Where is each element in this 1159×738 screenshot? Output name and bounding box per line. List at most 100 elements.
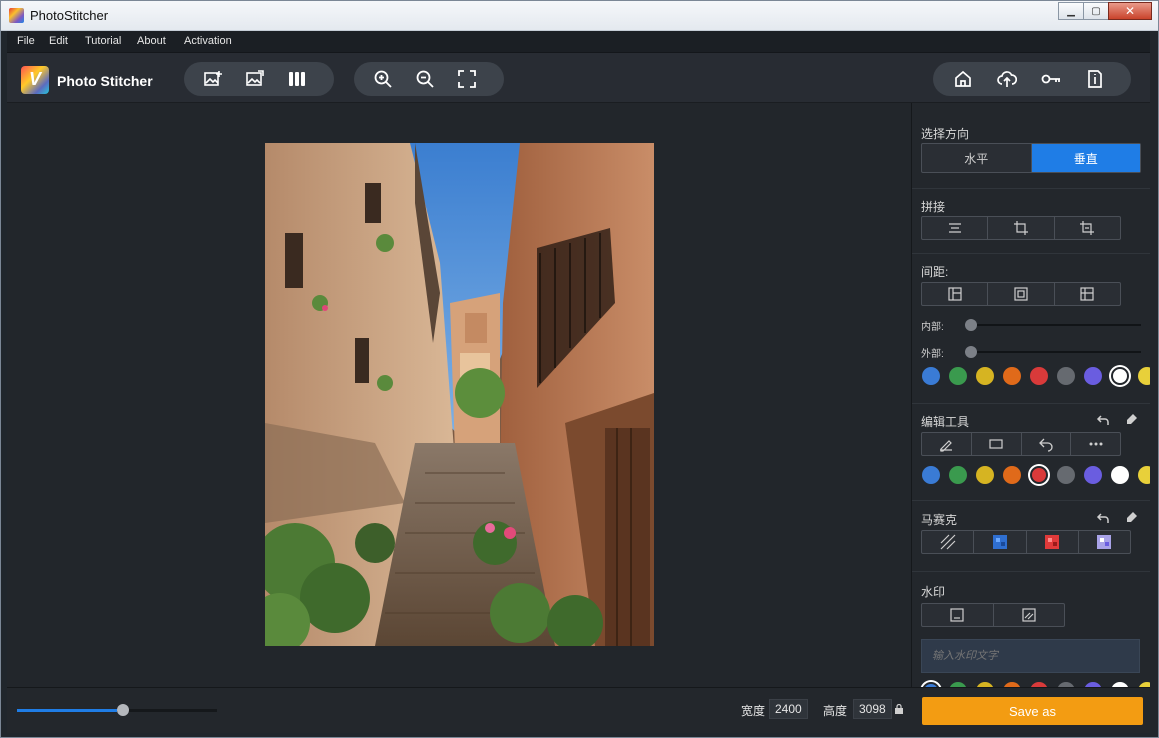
replace-image-icon[interactable] — [238, 62, 272, 96]
color-swatch[interactable] — [1030, 466, 1048, 484]
color-swatch[interactable] — [949, 466, 967, 484]
color-swatch[interactable] — [976, 466, 994, 484]
bottom-bar: 宽度 2400 高度 3098 Save as — [7, 687, 1150, 733]
spacing-layout-left-icon[interactable] — [922, 283, 989, 305]
eraser-icon[interactable] — [1124, 413, 1138, 427]
close-button[interactable]: ✕ — [1108, 2, 1152, 20]
direction-label: 选择方向 — [921, 127, 970, 141]
edit-color-swatches — [922, 466, 1150, 484]
inner-spacing-slider[interactable]: 内部: — [921, 318, 1141, 333]
zoom-tools-group — [354, 62, 504, 96]
inner-spacing-knob[interactable] — [965, 319, 977, 331]
more-icon[interactable] — [1071, 433, 1120, 455]
watermark-single-icon[interactable] — [922, 604, 994, 626]
outer-spacing-slider[interactable]: 外部: — [921, 345, 1141, 360]
direction-toggle: 水平 垂直 — [921, 143, 1141, 173]
color-swatch[interactable] — [1138, 367, 1150, 385]
stitch-label: 拼接 — [921, 200, 946, 214]
edit-tools-label: 编辑工具 — [921, 415, 970, 429]
color-swatch[interactable] — [949, 367, 967, 385]
menu-activation[interactable]: Activation — [184, 35, 232, 47]
color-swatch[interactable] — [1003, 367, 1021, 385]
color-swatch[interactable] — [1057, 367, 1075, 385]
title-bar: PhotoStitcher ▁ ▢ ✕ — [1, 1, 1158, 31]
color-swatch[interactable] — [922, 466, 940, 484]
spacing-label: 间距: — [921, 265, 949, 279]
menu-file[interactable]: File — [17, 35, 35, 47]
stitch-align-icon[interactable] — [922, 217, 989, 239]
stitched-photo[interactable] — [265, 143, 654, 646]
spacing-color-swatches — [922, 367, 1150, 385]
rectangle-icon[interactable] — [972, 433, 1022, 455]
minimize-button[interactable]: ▁ — [1058, 2, 1084, 20]
height-label: 高度 — [823, 704, 848, 718]
spacing-layout-center-icon[interactable] — [988, 283, 1055, 305]
eraser-icon[interactable] — [1124, 511, 1138, 525]
height-input[interactable]: 3098 — [853, 699, 892, 719]
inner-spacing-track[interactable] — [971, 324, 1141, 326]
mosaic-options — [921, 530, 1131, 554]
color-swatch[interactable] — [1111, 367, 1129, 385]
mosaic-actions — [1082, 511, 1138, 525]
image-tools-group — [184, 62, 334, 96]
zoom-slider[interactable] — [17, 704, 217, 716]
window-title: PhotoStitcher — [30, 8, 109, 23]
toolbar: Photo Stitcher — [7, 53, 1150, 103]
zoom-in-icon[interactable] — [366, 62, 400, 96]
save-as-button[interactable]: Save as — [922, 697, 1143, 725]
width-label: 宽度 — [741, 704, 766, 718]
direction-horizontal-option[interactable]: 水平 — [922, 144, 1032, 172]
layout-columns-icon[interactable] — [280, 62, 314, 96]
add-image-icon[interactable] — [196, 62, 230, 96]
divider — [912, 188, 1150, 189]
color-swatch[interactable] — [1057, 466, 1075, 484]
stitch-crop-alt-icon[interactable] — [1055, 217, 1120, 239]
info-icon[interactable] — [1078, 62, 1112, 96]
mosaic-blue-icon[interactable] — [974, 531, 1027, 553]
key-icon[interactable] — [1034, 62, 1068, 96]
home-icon[interactable] — [946, 62, 980, 96]
stitch-options — [921, 216, 1121, 240]
outer-spacing-track[interactable] — [971, 351, 1141, 353]
divider — [912, 253, 1150, 254]
color-swatch[interactable] — [1030, 367, 1048, 385]
color-swatch[interactable] — [1084, 367, 1102, 385]
color-swatch[interactable] — [1111, 466, 1129, 484]
outer-spacing-label: 外部: — [921, 349, 944, 360]
pen-icon[interactable] — [922, 433, 972, 455]
color-swatch[interactable] — [1084, 466, 1102, 484]
mosaic-label: 马赛克 — [921, 513, 958, 527]
mosaic-purple-icon[interactable] — [1079, 531, 1130, 553]
zoom-slider-knob[interactable] — [117, 704, 129, 716]
spacing-layout-options — [921, 282, 1121, 306]
maximize-button[interactable]: ▢ — [1083, 2, 1109, 20]
direction-vertical-option[interactable]: 垂直 — [1031, 144, 1140, 172]
color-swatch[interactable] — [976, 367, 994, 385]
undo-icon[interactable] — [1096, 413, 1110, 427]
menu-tutorial[interactable]: Tutorial — [85, 35, 121, 47]
color-swatch[interactable] — [1138, 466, 1150, 484]
mosaic-red-icon[interactable] — [1027, 531, 1079, 553]
undo-icon[interactable] — [1096, 511, 1110, 525]
watermark-tile-icon[interactable] — [994, 604, 1065, 626]
upload-cloud-icon[interactable] — [990, 62, 1024, 96]
arrow-back-icon[interactable] — [1022, 433, 1072, 455]
outer-spacing-knob[interactable] — [965, 346, 977, 358]
width-input[interactable]: 2400 — [769, 699, 808, 719]
mosaic-hatch-icon[interactable] — [922, 531, 975, 553]
edit-tools-options — [921, 432, 1121, 456]
settings-panel: 选择方向 水平 垂直 拼接 间距: 内部: 外部: 编辑工具 马赛克 水印 输入… — [911, 103, 1150, 687]
stitch-crop-icon[interactable] — [988, 217, 1055, 239]
zoom-out-icon[interactable] — [408, 62, 442, 96]
spacing-layout-full-icon[interactable] — [1055, 283, 1120, 305]
lock-icon[interactable] — [895, 704, 903, 714]
color-swatch[interactable] — [922, 367, 940, 385]
stitch-canvas[interactable] — [7, 103, 911, 687]
watermark-options — [921, 603, 1065, 627]
menu-edit[interactable]: Edit — [49, 35, 68, 47]
menu-about[interactable]: About — [137, 35, 166, 47]
watermark-text-input[interactable] — [921, 639, 1140, 673]
alley-photo-illustration — [265, 143, 654, 646]
fit-screen-icon[interactable] — [450, 62, 484, 96]
color-swatch[interactable] — [1003, 466, 1021, 484]
